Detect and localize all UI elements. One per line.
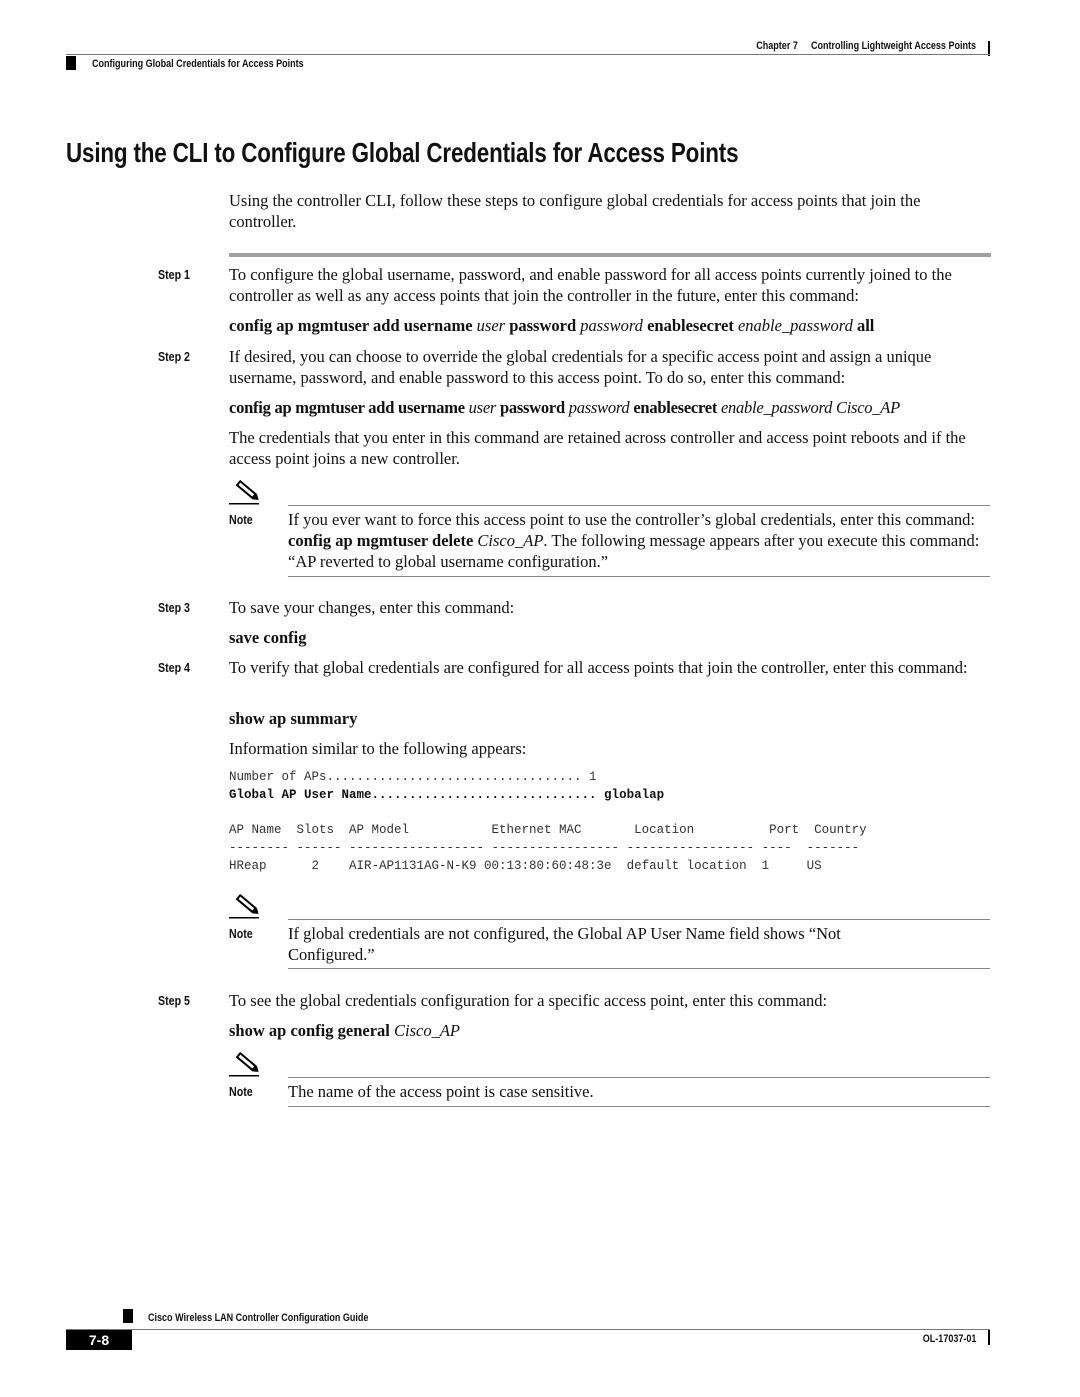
note-pencil-icon	[229, 1051, 259, 1077]
chapter-title: Controlling Lightweight Access Points	[810, 40, 976, 52]
note-1-label: Note	[229, 512, 253, 527]
note-2-label: Note	[229, 926, 253, 941]
note-3-bottom-rule	[288, 1106, 990, 1107]
step-1-label: Step 1	[158, 267, 190, 282]
step-1-text: To configure the global username, passwo…	[229, 265, 952, 305]
step-2-extra: The credentials that you enter in this c…	[229, 428, 966, 468]
footer-bar	[988, 1330, 990, 1345]
note-2-top-rule	[288, 919, 990, 920]
cli-output-summary: Number of APs...........................…	[229, 768, 664, 804]
step-4-text: To verify that global credentials are co…	[229, 658, 968, 677]
note-2-bottom-rule	[288, 968, 990, 969]
step-3-command: save config	[229, 628, 307, 647]
footer-rule	[66, 1329, 990, 1330]
note-pencil-icon	[229, 479, 259, 505]
note-3-top-rule	[288, 1077, 990, 1078]
page-number: 7-8	[66, 1330, 132, 1350]
cli-table-dashes: -------- ------ ------------------ -----…	[229, 841, 860, 855]
intro-paragraph: Using the controller CLI, follow these s…	[229, 191, 921, 231]
step-5-text: To see the global credentials configurat…	[229, 991, 828, 1010]
procedure-separator	[229, 253, 991, 257]
step-4-output-intro: Information similar to the following app…	[229, 739, 527, 758]
cli-line-number-of-aps: Number of APs...........................…	[229, 770, 597, 784]
step-4-label: Step 4	[158, 660, 190, 675]
step-5-command: show ap config general Cisco_AP	[229, 1021, 460, 1040]
cli-table-row: HReap 2 AIR-AP1131AG-N-K9 00:13:80:60:48…	[229, 859, 822, 873]
running-header-chapter: Chapter 7 Controlling Lightweight Access …	[756, 40, 976, 52]
note-1-bottom-rule	[288, 576, 990, 577]
step-3-label: Step 3	[158, 600, 190, 615]
header-rule	[66, 54, 990, 55]
page-title: Using the CLI to Configure Global Creden…	[66, 137, 739, 168]
footer-marker	[123, 1309, 133, 1323]
document-number: OL-17037-01	[922, 1333, 976, 1345]
step-2-command: config ap mgmtuser add username user pas…	[229, 398, 900, 417]
note-pencil-icon	[229, 893, 259, 919]
cli-table-header: AP Name Slots AP Model Ethernet MAC Loca…	[229, 823, 867, 837]
step-1-command: config ap mgmtuser add username user pas…	[229, 316, 875, 335]
step-3-text: To save your changes, enter this command…	[229, 598, 515, 617]
step-5-label: Step 5	[158, 993, 190, 1008]
note-1-top-rule	[288, 505, 990, 506]
footer-guide-title: Cisco Wireless LAN Controller Configurat…	[148, 1312, 369, 1324]
running-header-section: Configuring Global Credentials for Acces…	[92, 58, 304, 70]
note-3-label: Note	[229, 1084, 253, 1099]
chapter-number: Chapter 7	[756, 40, 798, 52]
header-marker	[66, 56, 76, 70]
step-2-label: Step 2	[158, 349, 190, 364]
step-4-command: show ap summary	[229, 709, 358, 728]
note-2-text: If global credentials are not configured…	[288, 924, 841, 964]
cli-output-table: AP Name Slots AP Model Ethernet MAC Loca…	[229, 821, 867, 875]
note-1-text: If you ever want to force this access po…	[288, 510, 980, 571]
step-2-text: If desired, you can choose to override t…	[229, 347, 932, 387]
note-3-text: The name of the access point is case sen…	[288, 1082, 594, 1101]
cli-line-global-ap-user: Global AP User Name.....................…	[229, 788, 665, 802]
